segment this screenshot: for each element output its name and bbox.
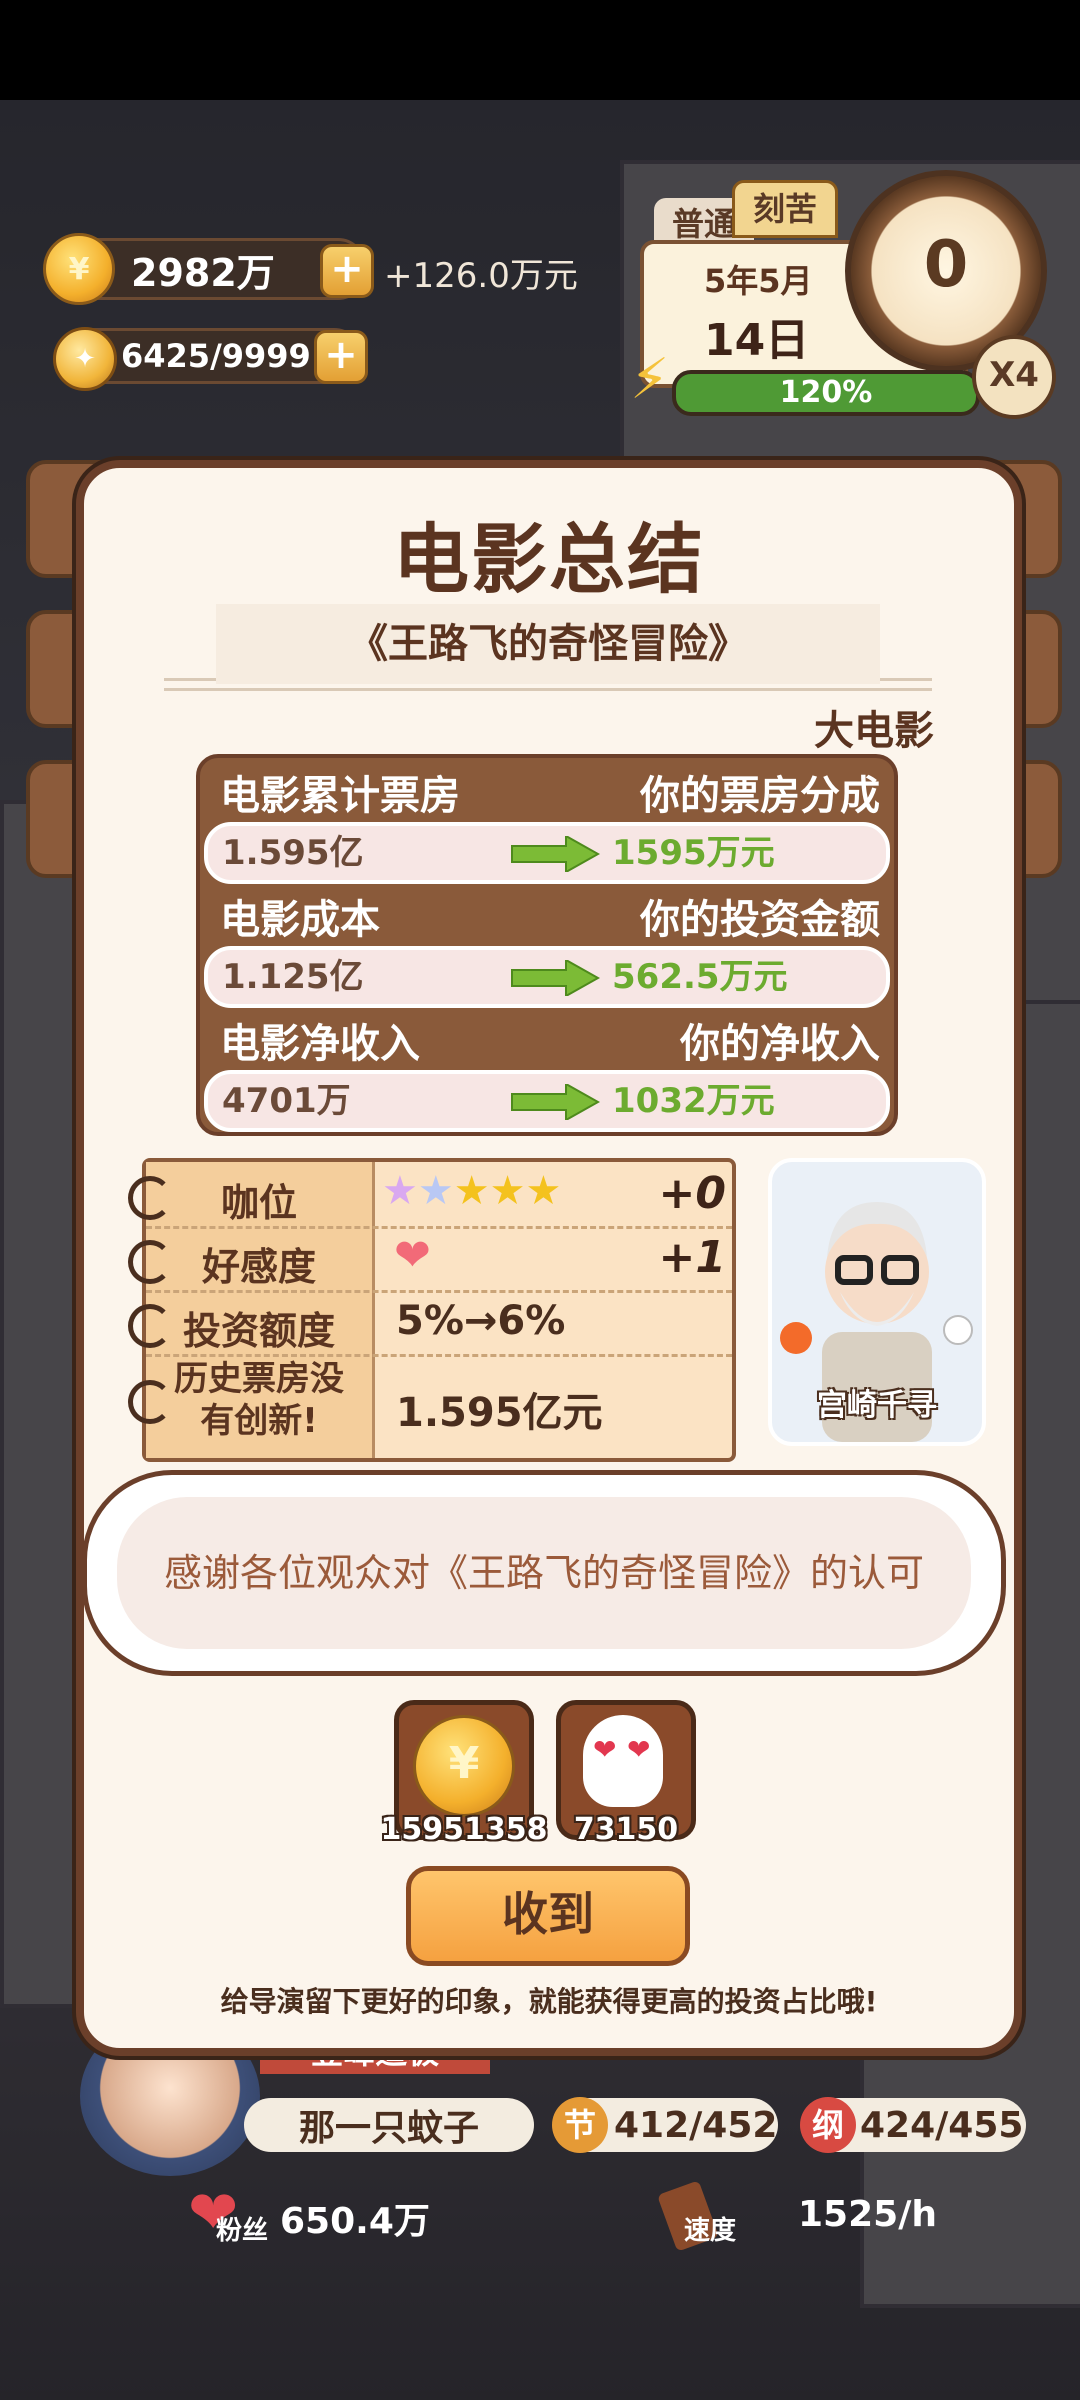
- clock-value: 0: [923, 228, 969, 302]
- stat-label-left: 电影净收入: [220, 1021, 420, 1067]
- stat-label-left: 电影累计票房: [220, 773, 460, 819]
- star-icon: ★: [417, 1168, 454, 1214]
- movie-category: 大电影: [814, 708, 934, 754]
- stat-gang-value: 424/455: [860, 2104, 1024, 2146]
- reward-fans-amount: 73150: [573, 1812, 679, 1847]
- favor-label: 好感度: [201, 1245, 316, 1289]
- director-speech-bubble: 感谢各位观众对《王路飞的奇怪冒险》的认可: [82, 1470, 1006, 1676]
- record-label-line1: 历史票房没: [174, 1359, 344, 1399]
- stat-jie-value: 412/452: [614, 2104, 778, 2146]
- reward-coins[interactable]: ¥ 15951358: [381, 1700, 548, 1847]
- ideas-value: 6425/9999: [121, 337, 311, 375]
- ring-icon: [128, 1176, 172, 1220]
- confirm-button[interactable]: 收到: [406, 1866, 690, 1966]
- status-bar: [0, 0, 1080, 100]
- add-ideas-button[interactable]: +: [314, 330, 368, 384]
- stat-header-2: 电影成本 你的投资金额: [220, 886, 880, 946]
- player-name: 那一只蚊子: [244, 2098, 534, 2152]
- star-icon: ★: [453, 1168, 490, 1214]
- record-label-line2: 有创新!: [200, 1401, 318, 1441]
- player-name-text: 那一只蚊子: [298, 2108, 479, 2149]
- stat-row-1: 1.595亿 1595万元: [204, 822, 890, 884]
- date-day: 14日: [704, 315, 810, 366]
- stat-header-1: 电影累计票房 你的票房分成: [220, 762, 880, 822]
- stat-label-left: 电影成本: [220, 897, 380, 943]
- stat-value-left: 1.125亿: [222, 957, 364, 997]
- date-year-month: 5年5月: [704, 262, 813, 300]
- speed-label: 速度: [684, 2216, 737, 2246]
- tab-diligent[interactable]: 刻苦: [732, 180, 839, 238]
- stat-label-right: 你的净收入: [680, 1021, 880, 1067]
- arrow-icon: [511, 960, 600, 996]
- record-value: 1.595亿元: [396, 1390, 603, 1436]
- reward-coins-amount: 15951358: [380, 1812, 548, 1847]
- director-name: 宫崎千寻: [817, 1388, 937, 1423]
- stat-value-right: 1595万元: [612, 833, 775, 873]
- stat-row-2: 1.125亿 562.5万元: [204, 946, 890, 1008]
- fame-label: 咖位: [220, 1181, 297, 1225]
- star-icon: ★: [489, 1168, 526, 1214]
- energy-bar: 120%: [672, 370, 980, 416]
- notebook-row-favor: 好感度 ❤ +1: [146, 1226, 732, 1293]
- stat-label-right: 你的投资金额: [640, 897, 880, 943]
- money-counter: ¥ 2982万: [43, 233, 366, 305]
- speed-multiplier-button[interactable]: X4: [972, 335, 1056, 419]
- energy-value: 120%: [779, 375, 873, 410]
- director-portrait: 宫崎千寻: [768, 1158, 986, 1446]
- star-icon: ★: [525, 1168, 562, 1214]
- lightning-icon[interactable]: ⚡: [630, 350, 686, 410]
- notebook-row-invest: 投资额度 5%→6%: [146, 1290, 732, 1357]
- reward-fans[interactable]: ❤ ❤ 73150: [556, 1700, 696, 1847]
- stat-value-right: 562.5万元: [612, 957, 788, 997]
- record-label: 历史票房没 有创新!: [146, 1358, 372, 1442]
- heart-eye-icon: ❤: [593, 1733, 617, 1766]
- modal-title: 电影总结: [393, 515, 705, 604]
- stat-header-3: 电影净收入 你的净收入: [220, 1010, 880, 1070]
- stat-row-3: 4701万 1032万元: [204, 1070, 890, 1132]
- movie-name-banner: 《王路飞的奇怪冒险》: [216, 604, 880, 684]
- arrow-icon: [511, 1084, 600, 1120]
- gang-icon: 纲: [800, 2097, 856, 2153]
- notebook-row-record: 历史票房没 有创新! 1.595亿元: [146, 1354, 732, 1454]
- stat-value-right: 1032万元: [612, 1081, 775, 1121]
- arrow-icon: [511, 836, 600, 872]
- coin-icon: ¥: [43, 233, 115, 305]
- notebook-row-fame: 咖位 ★★★★★ +0: [146, 1162, 732, 1229]
- stat-value-left: 4701万: [222, 1081, 351, 1121]
- review-notebook: 咖位 ★★★★★ +0 好感度 ❤ +1 投资额度 5%→6% 历史票房没 有创…: [128, 1158, 736, 1462]
- ring-icon: [128, 1380, 172, 1424]
- speed-value: 1525/h: [798, 2194, 937, 2235]
- heart-icon: ❤: [394, 1230, 431, 1281]
- money-rate: +126.0万元: [384, 256, 578, 296]
- fans-value: 650.4万: [280, 2201, 430, 2242]
- stat-value-left: 1.595亿: [222, 833, 364, 873]
- star-icon: ★: [382, 1168, 418, 1214]
- invest-label: 投资额度: [182, 1309, 335, 1353]
- fame-change: +0: [658, 1168, 726, 1219]
- speech-text: 感谢各位观众对《王路飞的奇怪冒险》的认可: [117, 1497, 971, 1649]
- invest-change: 5%→6%: [396, 1298, 566, 1344]
- box-office-stats: 电影累计票房 你的票房分成 1.595亿 1595万元 电影成本 你的投资金额 …: [196, 754, 898, 1136]
- star-rating: ★★★★★: [382, 1168, 561, 1214]
- ring-icon: [128, 1304, 172, 1348]
- stat-label-right: 你的票房分成: [640, 773, 880, 819]
- movie-summary-modal: 电影总结 《王路飞的奇怪冒险》 大电影 电影累计票房 你的票房分成 1.595亿…: [76, 460, 1022, 2056]
- jie-icon: 节: [552, 2097, 608, 2153]
- heart-eye-icon: ❤: [627, 1733, 651, 1766]
- lightbulb-icon: ✦: [53, 327, 117, 391]
- coin-icon: ¥: [413, 1715, 515, 1817]
- banner-deco-line: [164, 688, 932, 691]
- add-money-button[interactable]: +: [320, 244, 374, 298]
- fan-icon: ❤ ❤: [583, 1715, 663, 1807]
- money-value: 2982万: [131, 250, 275, 295]
- hint-text: 给导演留下更好的印象，就能获得更高的投资占比哦!: [220, 1985, 878, 2018]
- ring-icon: [128, 1240, 172, 1284]
- favor-change: +1: [658, 1232, 726, 1283]
- fans-label: 粉丝: [216, 2216, 269, 2246]
